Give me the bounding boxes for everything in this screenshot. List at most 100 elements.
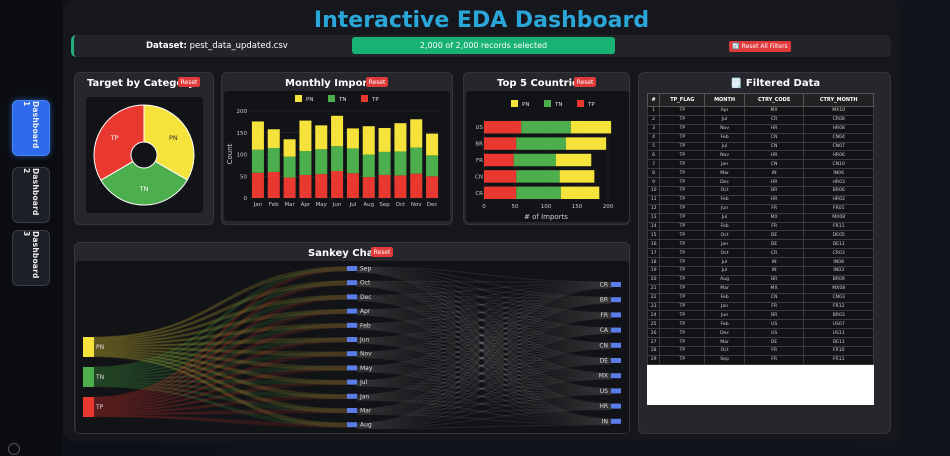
table-cell: TP xyxy=(659,123,706,134)
table-cell: 19 xyxy=(647,266,661,276)
table-row[interactable]: 10 TP Oct BR BR06 xyxy=(647,186,874,196)
table-row[interactable]: 4 TP Feb CN CN04 xyxy=(647,132,874,143)
table-cell: BR06 xyxy=(803,186,874,196)
sankey-node-apr xyxy=(347,308,357,314)
panel-title: Top 5 Countries xyxy=(497,78,585,89)
x-axis-label: # of Imports xyxy=(524,213,568,221)
table-cell: IN xyxy=(743,266,805,276)
table-row[interactable]: 25 TP Feb US US07 xyxy=(647,319,874,330)
bar-tp-jul xyxy=(346,173,359,198)
table-cell: MX xyxy=(743,106,805,116)
legend-swatch-tn xyxy=(328,95,335,102)
table-cell: 3 xyxy=(647,123,661,134)
table-cell: 18 xyxy=(647,257,661,268)
table-cell: 22 xyxy=(647,292,661,303)
table-row[interactable]: 7 TP Jan CN CN10 xyxy=(647,159,874,170)
table-cell: TP xyxy=(659,150,706,161)
reset-button[interactable]: Reset xyxy=(574,77,596,87)
table-row[interactable]: 11 TP Feb HR HR02 xyxy=(647,194,874,205)
table-cell: CR xyxy=(743,114,805,125)
x-tick-label: Aug xyxy=(363,202,374,208)
table-cell: Feb xyxy=(704,194,745,205)
table-row[interactable]: 28 TP Oct FR FR10 xyxy=(647,346,874,356)
bar-tp-sep xyxy=(378,174,391,198)
table-row[interactable]: 1 TP Apr MX MX10 xyxy=(647,106,874,116)
table-cell: HR xyxy=(743,150,805,161)
table-row[interactable]: 22 TP Feb CN CN03 xyxy=(647,292,874,303)
pie-label: PN xyxy=(169,134,178,142)
bar-pn-jul xyxy=(346,128,359,149)
table-row[interactable]: 24 TP Jun BR BR03 xyxy=(647,310,874,321)
column-header[interactable]: CTRY_CODE xyxy=(743,93,805,107)
sankey-node-ca xyxy=(611,327,621,333)
reset-all-filters-button[interactable]: 🔄 Reset All Filters xyxy=(729,41,791,52)
table-row[interactable]: 20 TP Aug BR BR09 xyxy=(647,274,874,285)
table-cell: MX xyxy=(743,212,805,223)
table-cell: DE xyxy=(743,337,805,348)
table-cell: 26 xyxy=(647,328,661,339)
table-cell: CR xyxy=(743,248,805,259)
table-row[interactable]: 19 TP Jul IN IN03 xyxy=(647,266,874,276)
page-title: Interactive EDA Dashboard xyxy=(313,8,650,33)
x-tick-label: Jun xyxy=(332,202,342,208)
sankey-node-label: TP xyxy=(95,404,104,411)
sankey-node-label: US xyxy=(600,388,608,395)
table-cell: 17 xyxy=(647,248,661,259)
table-cell: Feb xyxy=(704,221,745,232)
table-row[interactable]: 17 TP Oct CR CR03 xyxy=(647,248,874,259)
x-tick-label: Jan xyxy=(253,202,263,208)
column-header[interactable]: TP_FLAG xyxy=(659,93,706,107)
data-table-container[interactable]: # TP_FLAG MONTH CTRY_CODE CTRY_MONTH 1 TP Apr M… xyxy=(647,93,874,405)
nav-dashboard-3[interactable]: Dashboard 3 xyxy=(12,230,50,286)
bar-tn-aug xyxy=(362,154,375,178)
table-cell: US11 xyxy=(803,328,874,339)
table-row[interactable]: 23 TP Jan FR FR12 xyxy=(647,301,874,312)
table-row[interactable]: 16 TP Jan DE DE11 xyxy=(647,239,874,250)
table-cell: DE05 xyxy=(803,230,874,241)
table-cell: HR02 xyxy=(803,194,874,205)
table-row[interactable]: 15 TP Oct DE DE05 xyxy=(647,230,874,241)
table-cell: IN xyxy=(743,168,805,179)
table-row[interactable]: 2 TP Jul CR CR08 xyxy=(647,114,874,125)
reset-button[interactable]: Reset xyxy=(178,77,200,87)
column-header[interactable]: MONTH xyxy=(704,93,745,107)
sankey-node-de xyxy=(611,358,621,363)
column-header[interactable]: CTRY_MONTH xyxy=(803,93,874,107)
table-row[interactable]: 27 TP Mar DE DE11 xyxy=(647,337,874,348)
table-cell: DE xyxy=(743,230,805,241)
table-row[interactable]: 8 TP Mar IN IN06 xyxy=(647,168,874,179)
sankey-node-tp xyxy=(83,397,94,417)
reset-button[interactable]: Reset xyxy=(371,247,393,257)
table-cell: TP xyxy=(659,310,706,321)
table-row[interactable]: 6 TP Nov HR HR06 xyxy=(647,150,874,161)
sankey-node-label: Oct xyxy=(360,280,371,287)
bar-pn-mar xyxy=(283,139,296,157)
sankey-node-feb xyxy=(347,322,357,328)
table-row[interactable]: 26 TP Dec US US11 xyxy=(647,328,874,339)
panel-title: 🗒️ Filtered Data xyxy=(730,78,821,89)
table-cell: TP xyxy=(659,106,706,116)
legend-swatch-tp xyxy=(361,95,368,102)
sankey-node-label: Jan xyxy=(359,393,369,400)
y-tick-label: 50 xyxy=(240,174,247,180)
dataset-bar: Dataset: pest_data_updated.csv 2,000 of … xyxy=(71,35,891,57)
corner-circle-icon xyxy=(8,443,20,455)
table-row[interactable]: 3 TP Nov HR HR08 xyxy=(647,123,874,134)
nav-dashboard-2[interactable]: Dashboard 2 xyxy=(12,167,50,223)
table-row[interactable]: 5 TP Jul CN CN07 xyxy=(647,141,874,152)
table-row[interactable]: 9 TP Dec HR HR03 xyxy=(647,177,874,188)
table-cell: IN03 xyxy=(803,266,874,276)
nav-dashboard-1[interactable]: Dashboard 1 xyxy=(12,100,50,156)
table-row[interactable]: 12 TP Jun FR FR01 xyxy=(647,203,874,214)
table-row[interactable]: 29 TP Sep FR FR11 xyxy=(647,354,874,365)
sankey-node-may xyxy=(347,365,357,371)
sankey-node-nov xyxy=(347,351,357,357)
table-cell: CN03 xyxy=(803,292,874,303)
table-row[interactable]: 21 TP Mar MX MX08 xyxy=(647,283,874,294)
table-row[interactable]: 18 TP Jul IN IN08 xyxy=(647,257,874,268)
table-row[interactable]: 13 TP Jul MX MX08 xyxy=(647,212,874,223)
reset-button[interactable]: Reset xyxy=(366,77,388,87)
table-row[interactable]: 14 TP Feb FR FR11 xyxy=(647,221,874,232)
column-header[interactable]: # xyxy=(647,93,661,107)
table-cell: Nov xyxy=(704,123,745,134)
